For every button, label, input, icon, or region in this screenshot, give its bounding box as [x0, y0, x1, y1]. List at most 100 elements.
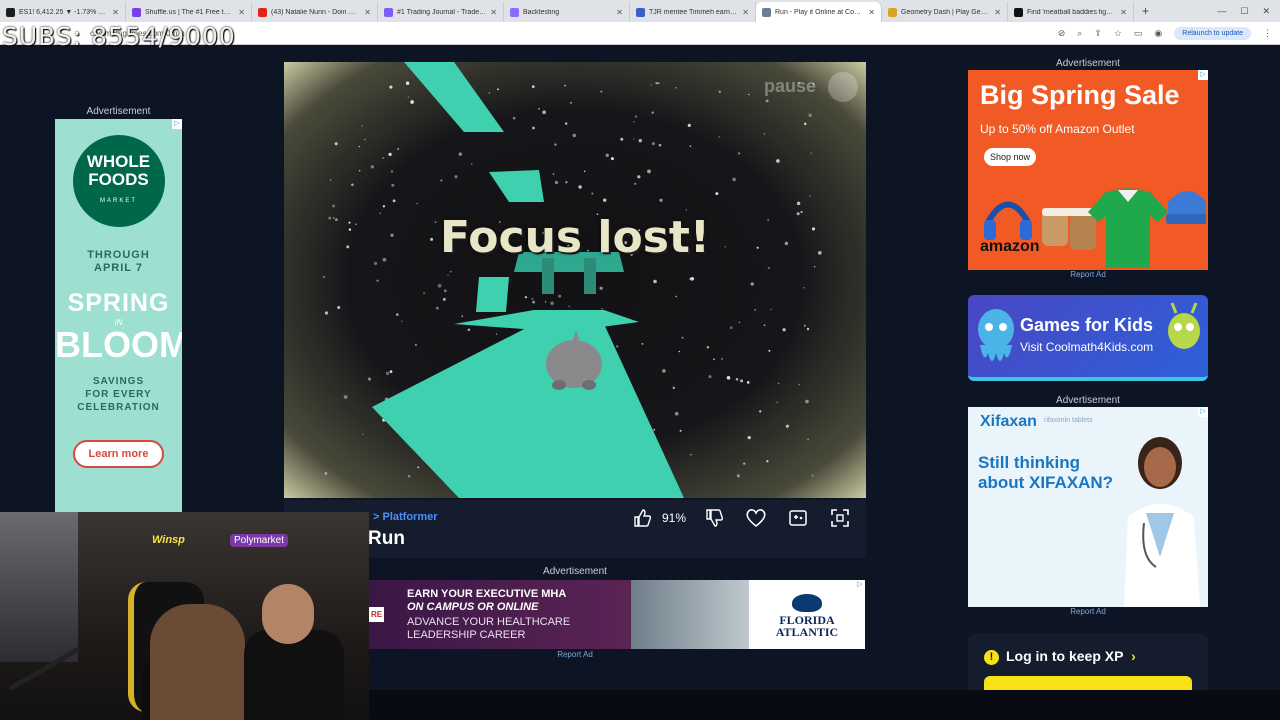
star	[777, 382, 780, 385]
star	[718, 135, 721, 138]
shop-now-button[interactable]: Shop now	[984, 148, 1037, 166]
star	[568, 305, 570, 308]
browser-tab[interactable]: ES1! 6,412.25 ▼ -1.73% MACR…✕	[0, 2, 126, 22]
runner-foot	[582, 380, 596, 390]
star	[736, 474, 740, 478]
jacket-icon	[1088, 188, 1168, 268]
maximize-icon[interactable]: ☐	[1240, 6, 1248, 17]
login-xp-link[interactable]: Log in to keep XP ›	[1006, 648, 1136, 664]
controls-icon[interactable]	[784, 508, 812, 528]
heart-icon[interactable]	[742, 508, 770, 528]
wf-spring: SPRING	[67, 289, 170, 317]
new-tab-button[interactable]: +	[1134, 4, 1157, 18]
star	[633, 121, 635, 123]
focus-lost-message: Focus lost!	[439, 212, 710, 263]
learn-more-button[interactable]: Learn more	[72, 440, 165, 468]
star	[685, 209, 688, 211]
star	[458, 152, 462, 156]
tab-close-icon[interactable]: ✕	[112, 8, 119, 17]
report-ad-link[interactable]: Report Ad	[968, 270, 1208, 279]
pause-button[interactable]	[828, 72, 858, 102]
xifaxan-question: Still thinking about XIFAXAN?	[978, 453, 1114, 492]
wf-bloom: BLOOM	[55, 324, 182, 365]
octopus-mascot-icon	[978, 309, 1014, 361]
star	[600, 90, 603, 93]
tab-close-icon[interactable]: ✕	[742, 8, 749, 17]
wf-logo-line3: MARKET	[99, 197, 137, 204]
fau-ad[interactable]: RE EARN YOUR EXECUTIVE MHA ON CAMPUS OR …	[369, 580, 865, 649]
star	[767, 267, 770, 270]
tab-close-icon[interactable]: ✕	[364, 8, 371, 17]
menu-icon[interactable]: ⋮	[1263, 28, 1272, 39]
adchoices-icon[interactable]: ▷	[1198, 70, 1208, 80]
browser-tab[interactable]: TJR mentee Timmeh earns pro… ✕	[630, 2, 756, 22]
thumbs-up-icon[interactable]	[628, 508, 656, 528]
browser-tab[interactable]: Find 'meatball baddies fight' on… ✕	[1008, 2, 1134, 22]
star	[392, 199, 396, 203]
star	[370, 165, 374, 169]
star	[396, 313, 399, 316]
report-ad-link[interactable]: Report Ad	[520, 650, 630, 659]
tab-close-icon[interactable]: ✕	[994, 8, 1001, 17]
xifaxan-ad[interactable]: ▷ Xifaxan rifaximin tablets Still thinki…	[968, 407, 1208, 607]
browser-tab[interactable]: #1 Trading Journal - TradeZella ✕	[378, 2, 504, 22]
window-controls: — ☐ ✕	[1217, 6, 1280, 17]
tunnel-pillar	[584, 258, 596, 294]
wholefoods-logo: WHOLE FOODS MARKET	[72, 135, 165, 227]
thumbs-down-icon[interactable]	[700, 508, 728, 528]
game-canvas[interactable]: pause Focus lost!	[284, 62, 866, 498]
star	[659, 198, 663, 202]
star	[637, 175, 641, 179]
sidepanel-icon[interactable]: ▭	[1134, 28, 1143, 39]
star	[813, 266, 816, 268]
star	[638, 138, 643, 143]
pause-label[interactable]: pause	[764, 76, 816, 97]
relaunch-button[interactable]: Relaunch to update	[1174, 26, 1251, 40]
tab-close-icon[interactable]: ✕	[238, 8, 245, 17]
webcam-overlay: Winsp Polymarket	[0, 512, 369, 720]
profile-icon[interactable]: ◉	[1154, 28, 1162, 39]
browser-tab[interactable]: Run - Play it Online at Coolmat… ✕	[756, 2, 882, 22]
adchoices-icon[interactable]: ▷	[1198, 407, 1208, 417]
tab-label: (43) Natalie Nunn - Doin What…	[271, 8, 360, 16]
star	[690, 454, 692, 456]
star	[389, 85, 393, 89]
eye-off-icon[interactable]: ⊘	[1058, 28, 1066, 39]
star	[376, 279, 379, 282]
zoom-icon[interactable]: ⌕	[1077, 28, 1082, 39]
coolmath4kids-ad[interactable]: Games for Kids Visit Coolmath4Kids.com	[968, 295, 1208, 381]
star	[658, 143, 662, 147]
tab-close-icon[interactable]: ✕	[868, 8, 875, 17]
star	[367, 377, 372, 381]
share-icon[interactable]: ⇪	[1094, 28, 1102, 39]
fullscreen-icon[interactable]	[826, 508, 854, 528]
star	[495, 333, 498, 335]
minimize-icon[interactable]: —	[1217, 6, 1226, 17]
star	[655, 81, 658, 85]
browser-tab[interactable]: Backtesting ✕	[504, 2, 630, 22]
browser-tab[interactable]: (43) Natalie Nunn - Doin What… ✕	[252, 2, 378, 22]
tunnel-tile-top	[404, 62, 504, 132]
adchoices-icon[interactable]: ▷	[172, 119, 182, 129]
tab-close-icon[interactable]: ✕	[616, 8, 623, 17]
tab-close-icon[interactable]: ✕	[490, 8, 497, 17]
tab-close-icon[interactable]: ✕	[1120, 8, 1127, 17]
amazon-ad[interactable]: ▷ Big Spring Sale Up to 50% off Amazon O…	[968, 70, 1208, 270]
wholefoods-ad[interactable]: ▷ WHOLE FOODS MARKET THROUGH APRIL 7 SPR…	[55, 119, 182, 512]
star	[337, 305, 341, 310]
browser-tab[interactable]: Shuffle.us | The #1 Free to Play…✕	[126, 2, 252, 22]
browser-tab[interactable]: Geometry Dash | Play Geometr…✕	[882, 2, 1008, 22]
breadcrumb-platformer[interactable]: > Platformer	[373, 511, 438, 523]
star	[388, 152, 392, 157]
bookmark-star-icon[interactable]: ☆	[1114, 28, 1122, 39]
alert-icon: !	[984, 650, 999, 665]
star	[776, 159, 780, 163]
close-window-icon[interactable]: ✕	[1262, 6, 1270, 17]
star	[776, 401, 778, 403]
report-ad-link[interactable]: Report Ad	[968, 607, 1208, 616]
adchoices-icon[interactable]: ▷	[855, 580, 865, 590]
star	[334, 142, 338, 146]
star	[706, 346, 710, 349]
star	[766, 460, 769, 463]
wf-through-line2: APRIL 7	[94, 262, 143, 274]
